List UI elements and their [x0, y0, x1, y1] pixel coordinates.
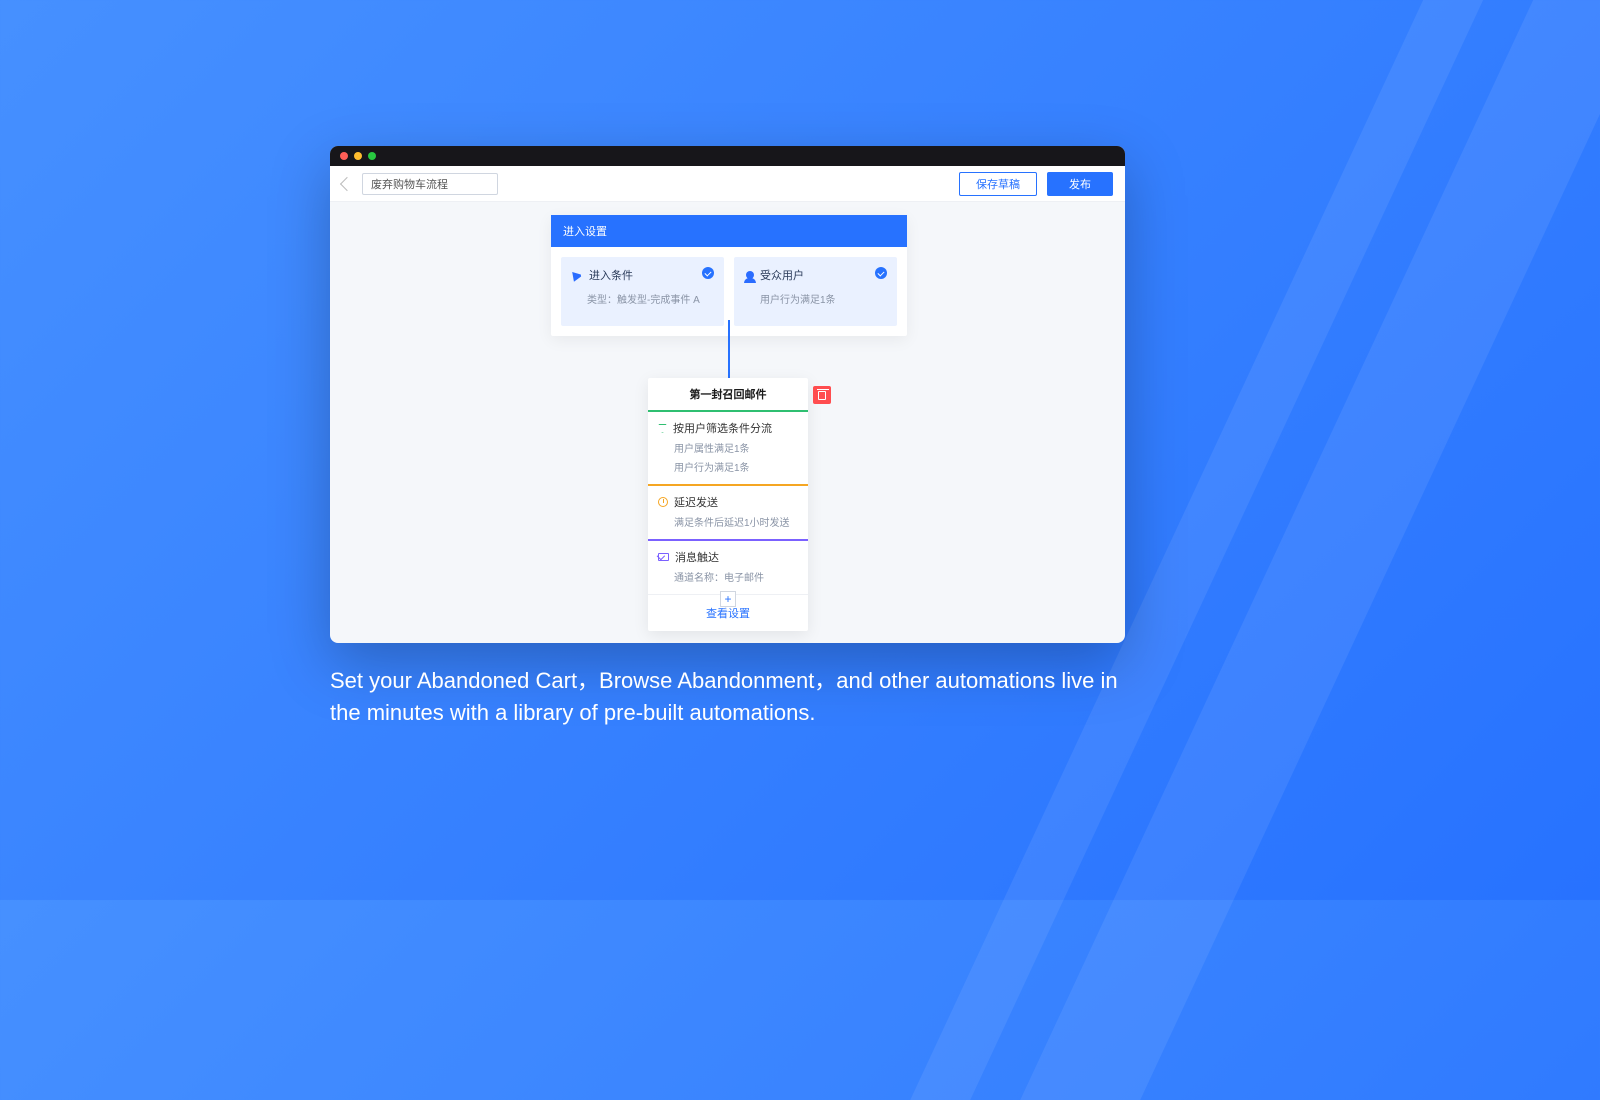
connector-line: [728, 320, 730, 378]
topbar: 保存草稿 发布: [330, 166, 1125, 202]
entry-audience-subtitle: 用户行为满足1条: [760, 291, 885, 306]
entry-settings-panel: 进入设置 进入条件 类型：触发型-完成事件 A 受众用户 用: [551, 215, 907, 336]
entry-condition-title: 进入条件: [589, 267, 633, 283]
check-icon: [875, 267, 887, 279]
add-step-button[interactable]: +: [720, 591, 736, 607]
entry-condition-card[interactable]: 进入条件 类型：触发型-完成事件 A: [561, 257, 724, 326]
window-titlebar: [330, 146, 1125, 166]
plane-icon: [572, 270, 584, 282]
check-icon: [702, 267, 714, 279]
entry-audience-card[interactable]: 受众用户 用户行为满足1条: [734, 257, 897, 326]
window-minimize-icon[interactable]: [354, 152, 362, 160]
step-delay-title: 延迟发送: [674, 494, 718, 510]
step-message-title: 消息触达: [675, 549, 719, 565]
user-icon: [746, 271, 754, 279]
window-maximize-icon[interactable]: [368, 152, 376, 160]
step-title: 第一封召回邮件: [648, 378, 808, 410]
back-button[interactable]: [340, 176, 354, 190]
clock-icon: [658, 497, 668, 507]
step-filter-section: 按用户筛选条件分流 用户属性满足1条 用户行为满足1条: [648, 410, 808, 484]
filter-icon: [658, 424, 667, 433]
step-delay-section: 延迟发送 满足条件后延迟1小时发送: [648, 484, 808, 539]
step-message-section: 消息触达 通道名称：电子邮件: [648, 539, 808, 594]
step-filter-line1: 用户属性满足1条: [674, 440, 798, 455]
step-filter-title: 按用户筛选条件分流: [673, 420, 772, 436]
publish-button[interactable]: 发布: [1047, 172, 1113, 196]
step-filter-line2: 用户行为满足1条: [674, 459, 798, 474]
flow-canvas: 进入设置 进入条件 类型：触发型-完成事件 A 受众用户 用: [330, 202, 1125, 643]
step-message-line1: 通道名称：电子邮件: [674, 569, 798, 584]
delete-step-button[interactable]: [813, 386, 831, 404]
marketing-caption: Set your Abandoned Cart，Browse Abandonme…: [330, 665, 1130, 729]
window-close-icon[interactable]: [340, 152, 348, 160]
mail-icon: [658, 553, 669, 561]
trash-icon: [818, 391, 826, 400]
save-draft-button[interactable]: 保存草稿: [959, 172, 1037, 196]
step-delay-line1: 满足条件后延迟1小时发送: [674, 514, 798, 529]
app-window: 保存草稿 发布 进入设置 进入条件 类型：触发型-完成事件 A: [330, 146, 1125, 643]
entry-condition-subtitle: 类型：触发型-完成事件 A: [587, 291, 712, 306]
entry-audience-title: 受众用户: [760, 267, 804, 283]
entry-settings-header: 进入设置: [551, 215, 907, 247]
flow-name-input[interactable]: [362, 173, 498, 195]
